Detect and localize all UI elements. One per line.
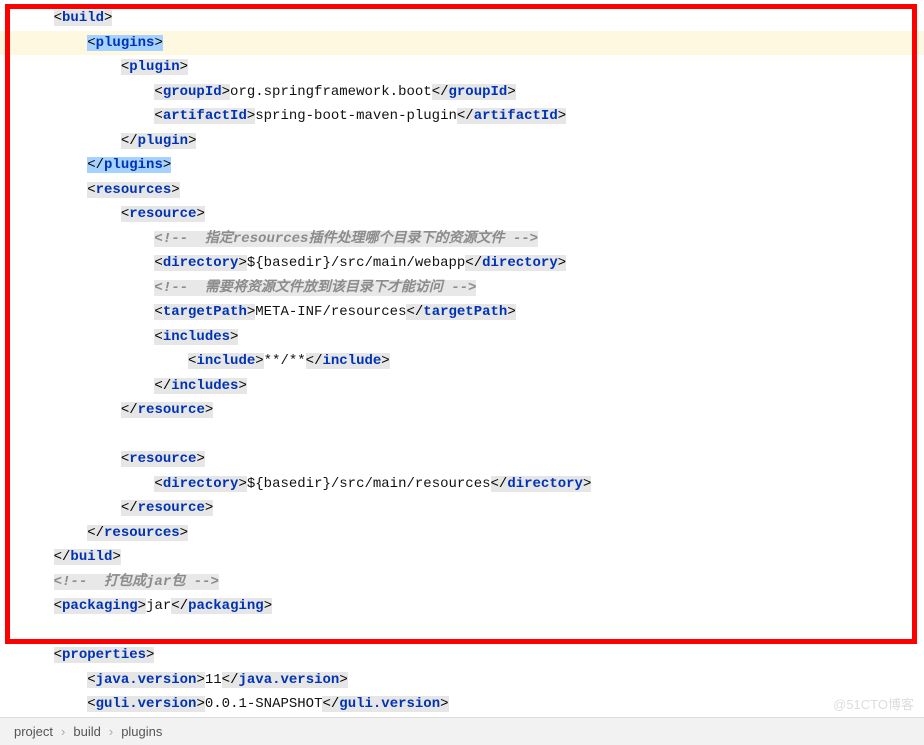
- breadcrumb-plugins[interactable]: plugins: [117, 724, 166, 739]
- chevron-icon: ›: [57, 724, 69, 739]
- chevron-icon: ›: [105, 724, 117, 739]
- code-editor[interactable]: <build> <plugins> <plugin> <groupId>org.…: [0, 0, 924, 717]
- breadcrumb-build[interactable]: build: [69, 724, 104, 739]
- breadcrumb-project[interactable]: project: [10, 724, 57, 739]
- watermark: @51CTO博客: [833, 694, 914, 713]
- breadcrumb: project › build › plugins: [0, 717, 924, 745]
